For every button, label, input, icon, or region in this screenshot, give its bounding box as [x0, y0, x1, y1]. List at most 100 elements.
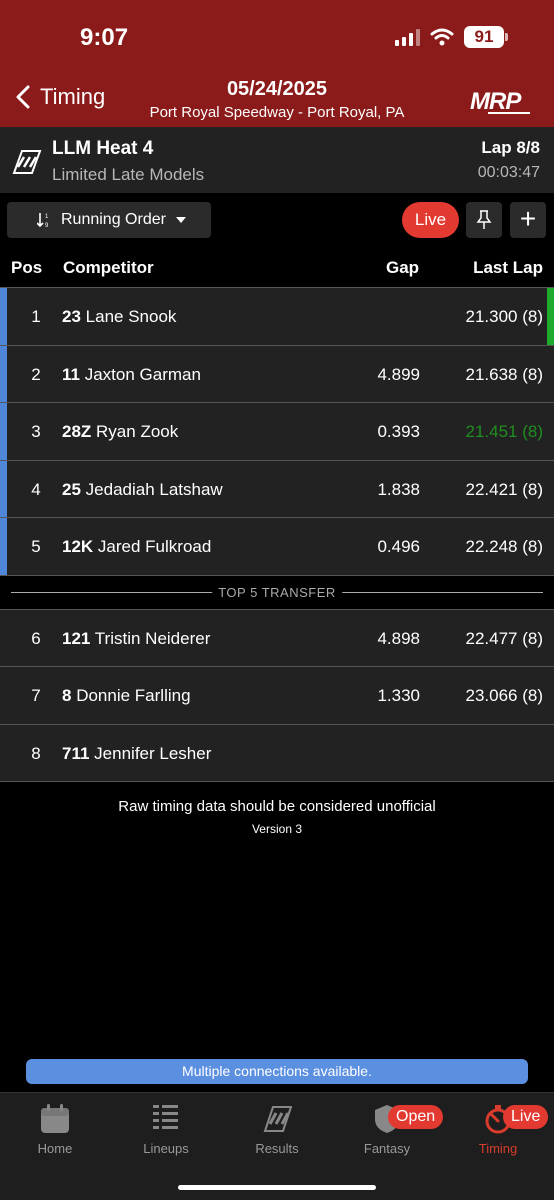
fastest-lap-indicator [547, 288, 554, 345]
row-last-lap: 21.300 (8) [465, 307, 544, 326]
row-pos: 3 [31, 422, 41, 441]
class-name: Limited Late Models [52, 165, 205, 184]
checkered-flag-icon [263, 1106, 292, 1132]
toolbar: 1 9 Running Order Live + [0, 193, 554, 247]
car-number: 25 [62, 479, 81, 499]
status-icons: 91 [395, 26, 508, 48]
col-gap: Gap [386, 258, 420, 277]
driver-name: Jared Fulkroad [97, 537, 212, 556]
row-gap: 4.899 [377, 364, 420, 384]
row-pos: 5 [31, 537, 41, 556]
tab-bar: Home Lineups Results Open Fantasy Live T… [0, 1092, 554, 1200]
table-row[interactable]: 2 11 Jaxton Garman 4.899 21.638 (8) [0, 344, 554, 402]
live-button[interactable]: Live [402, 202, 459, 238]
row-last-lap: 21.638 (8) [465, 364, 544, 384]
car-number: 8 [62, 686, 72, 705]
transfer-indicator [0, 345, 7, 402]
tab-lineups[interactable]: Lineups [111, 1101, 221, 1165]
table-header: Pos Competitor Gap Last Lap [0, 247, 554, 287]
event-date: 05/24/2025 [226, 78, 328, 100]
col-pos: Pos [11, 258, 43, 277]
connection-banner[interactable]: Multiple connections available. [26, 1059, 528, 1084]
status-time: 9:07 [80, 24, 129, 51]
car-number: 12K [62, 537, 94, 556]
row-competitor: 8 Donnie Farlling [62, 686, 191, 706]
tab-label: Home [37, 1141, 73, 1156]
table-row[interactable]: 5 12K Jared Fulkroad 0.496 22.248 (8) [0, 517, 554, 575]
row-last-lap: 22.248 (8) [465, 537, 544, 556]
row-gap: 0.496 [377, 537, 420, 556]
row-pos: 6 [31, 628, 41, 648]
running-order-dropdown[interactable]: 1 9 Running Order [7, 202, 211, 238]
driver-name: Jedadiah Latshaw [85, 479, 223, 499]
event-logo-icon [12, 150, 42, 174]
transfer-indicator [0, 288, 7, 345]
brand-logo: MRP [470, 88, 530, 115]
row-pos: 2 [31, 364, 41, 384]
transfer-indicator [0, 460, 7, 517]
elapsed-time: 00:03:47 [477, 164, 540, 181]
car-number: 23 [62, 307, 81, 326]
row-competitor: 121 Tristin Neiderer [62, 629, 210, 649]
row-gap: 1.838 [377, 479, 420, 499]
car-number: 11 [62, 364, 80, 384]
wifi-icon [430, 28, 454, 46]
row-last-lap: 22.421 (8) [465, 479, 544, 499]
row-competitor: 11 Jaxton Garman [62, 365, 201, 385]
transfer-indicator [0, 403, 7, 460]
tab-fantasy[interactable]: Open Fantasy [332, 1101, 444, 1165]
row-gap: 4.898 [377, 628, 420, 648]
tab-label: Lineups [143, 1141, 189, 1156]
driver-name: Lane Snook [85, 307, 177, 326]
row-competitor: 23 Lane Snook [62, 307, 176, 327]
list-icon [153, 1105, 178, 1129]
back-button[interactable]: Timing [14, 84, 105, 110]
tab-results[interactable]: Results [222, 1101, 332, 1165]
row-pos: 4 [31, 479, 41, 499]
driver-name: Tristin Neiderer [94, 628, 211, 648]
table-row[interactable]: 3 28Z Ryan Zook 0.393 21.451 (8) [0, 402, 554, 460]
tab-timing[interactable]: Live Timing [443, 1101, 553, 1165]
row-gap: 0.393 [377, 422, 420, 441]
chevron-left-icon [16, 85, 30, 109]
row-pos: 8 [31, 743, 41, 763]
calendar-icon [41, 1104, 69, 1133]
transfer-indicator [0, 518, 7, 575]
back-label: Timing [40, 84, 106, 109]
table-row[interactable]: 8 711 Jennifer Lesher [0, 723, 554, 781]
pin-button[interactable] [466, 202, 502, 238]
row-gap: 1.330 [377, 686, 420, 705]
row-competitor: 12K Jared Fulkroad [62, 537, 211, 557]
running-order-label: Running Order [61, 211, 166, 228]
row-competitor: 711 Jennifer Lesher [62, 744, 211, 764]
car-number: 711 [62, 743, 90, 763]
tab-label: Timing [478, 1141, 518, 1156]
tab-home[interactable]: Home [0, 1101, 110, 1165]
track-name: Port Royal Speedway - Port Royal, PA [149, 104, 405, 121]
driver-name: Jaxton Garman [84, 364, 201, 384]
svg-text:9: 9 [45, 223, 49, 229]
table-row[interactable]: 6 121 Tristin Neiderer 4.898 22.477 (8) [0, 608, 554, 666]
app-header: 9:07 91 Timing 05/24/2025 Port Royal Spe… [0, 0, 554, 127]
row-competitor: 25 Jedadiah Latshaw [62, 480, 223, 500]
signal-icon [395, 28, 420, 46]
version-text: Version 3 [251, 822, 303, 836]
table-row[interactable]: 7 8 Donnie Farlling 1.330 23.066 (8) [0, 666, 554, 724]
driver-name: Jennifer Lesher [94, 743, 212, 763]
tab-label: Fantasy [363, 1141, 411, 1156]
table-row[interactable]: 4 25 Jedadiah Latshaw 1.838 22.421 (8) [0, 459, 554, 517]
add-button[interactable]: + [510, 202, 546, 238]
header-title: 05/24/2025 Port Royal Speedway - Port Ro… [120, 78, 434, 121]
row-competitor: 28Z Ryan Zook [62, 422, 178, 442]
table-row[interactable]: 1 23 Lane Snook 21.300 (8) [0, 287, 554, 345]
home-indicator[interactable] [178, 1185, 376, 1190]
fantasy-badge: Open [388, 1105, 444, 1129]
transfer-label: TOP 5 TRANSFER [212, 584, 342, 600]
timing-badge: Live [503, 1105, 549, 1129]
battery-indicator: 91 [464, 26, 508, 48]
col-competitor: Competitor [63, 258, 154, 277]
svg-text:1: 1 [45, 214, 49, 220]
transfer-divider: TOP 5 TRANSFER [0, 574, 554, 609]
heat-title: LLM Heat 4 [52, 138, 154, 159]
tab-label: Results [255, 1141, 299, 1156]
